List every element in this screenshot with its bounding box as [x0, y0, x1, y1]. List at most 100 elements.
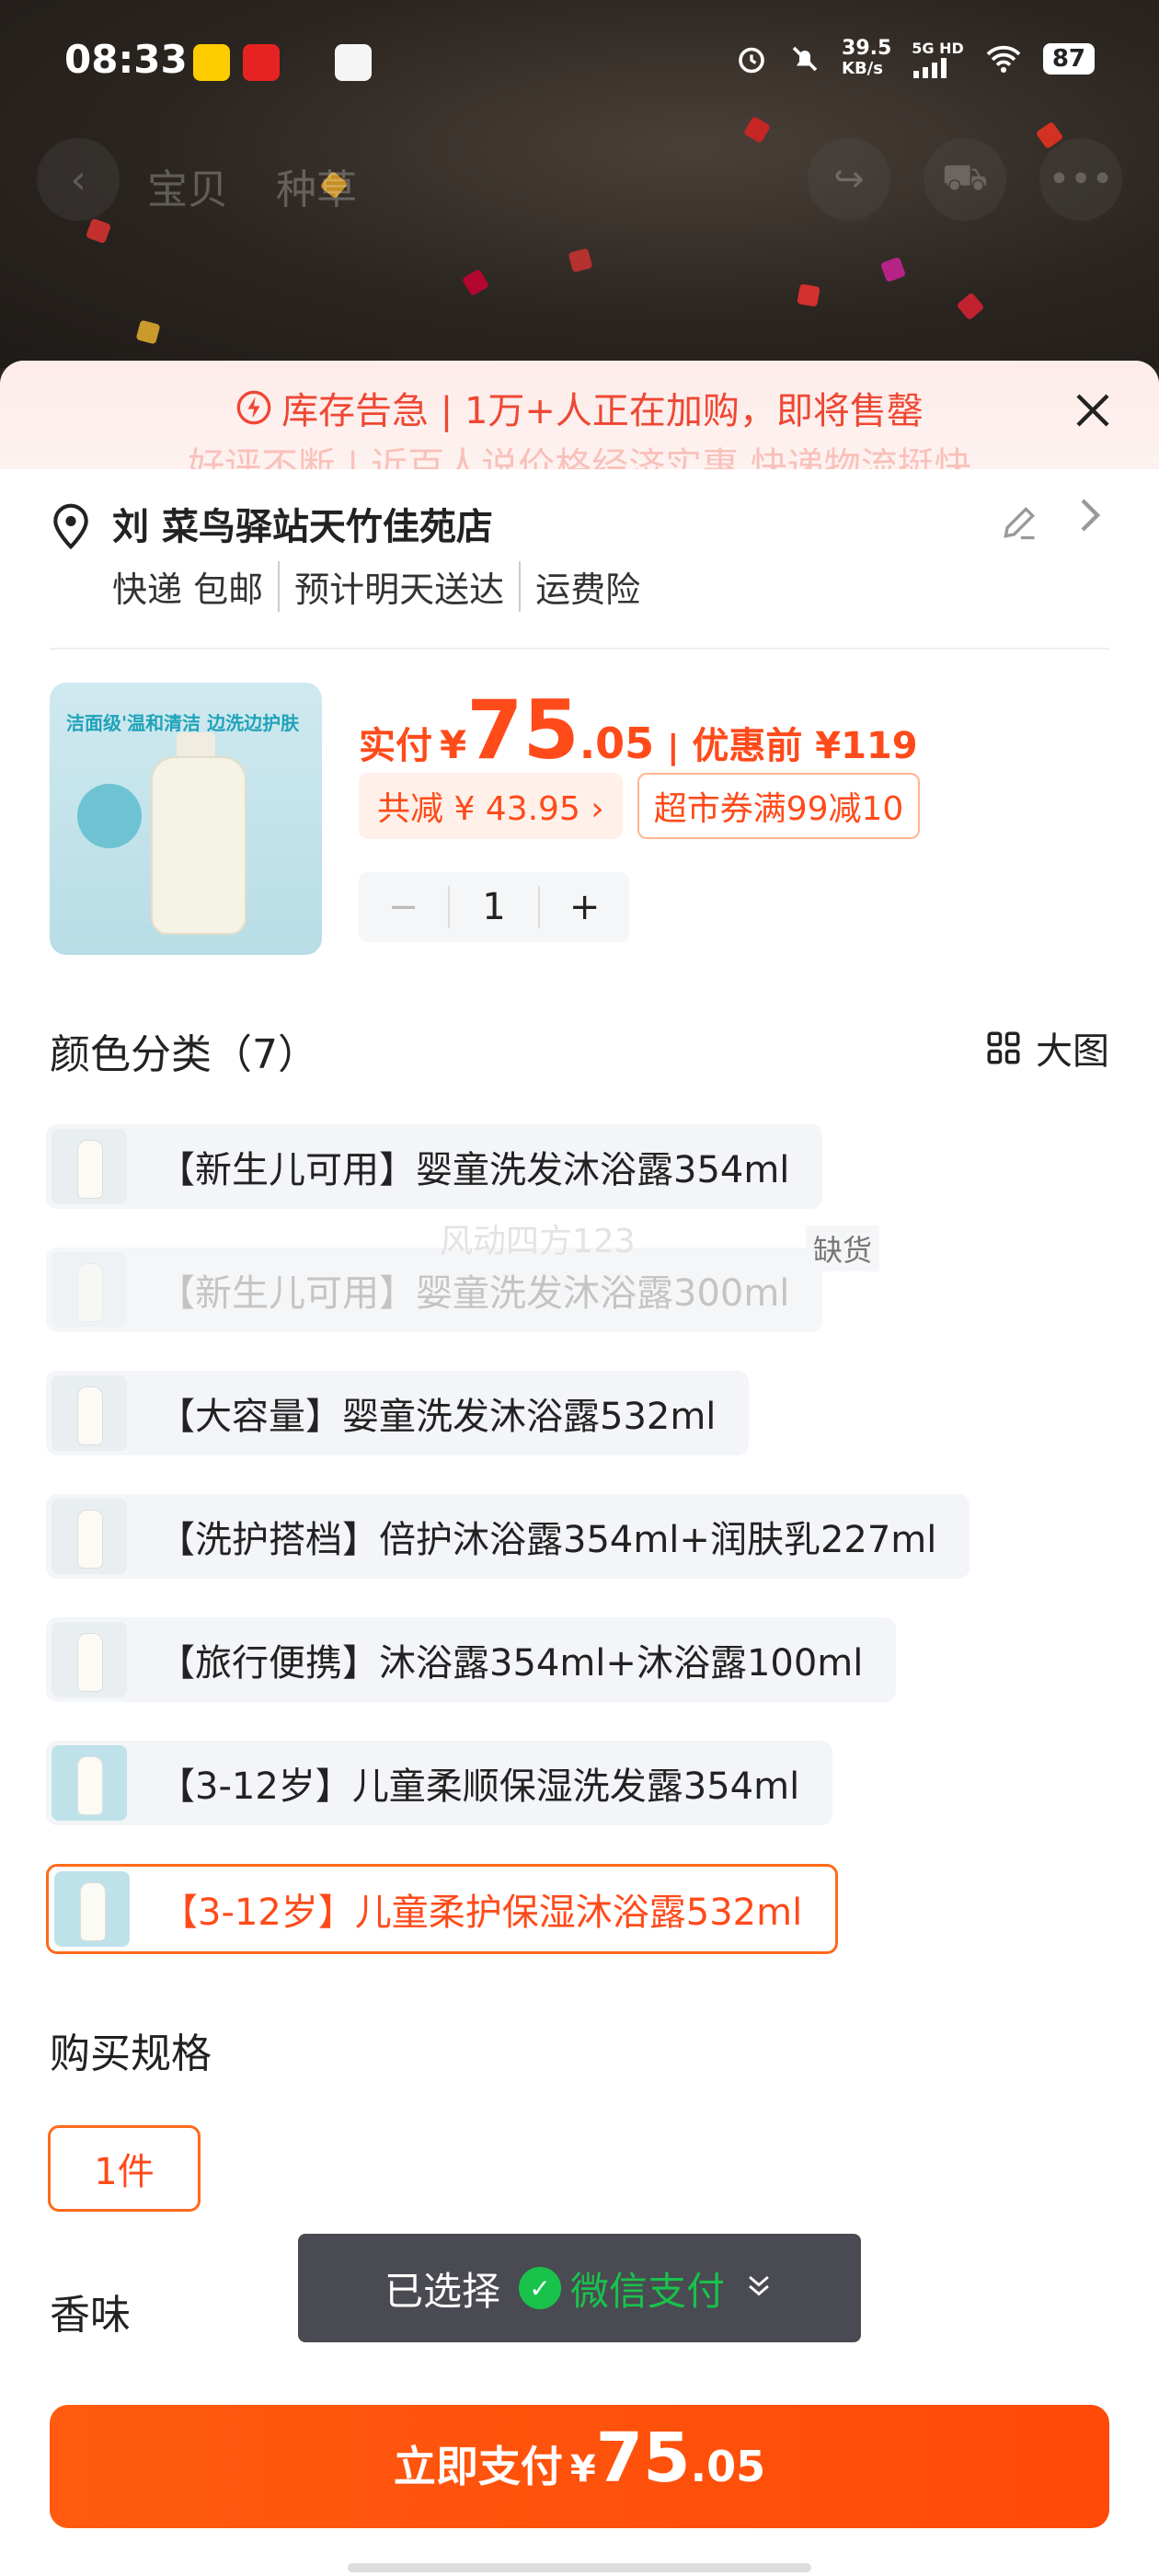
color-option-disabled: 【新生儿可用】婴童洗发沐浴露300ml — [46, 1248, 823, 1332]
out-of-stock-badge: 缺货 — [806, 1225, 880, 1271]
confetti — [135, 319, 161, 345]
option-thumbnail — [52, 1375, 127, 1451]
option-thumbnail — [52, 1252, 127, 1328]
app-notification-icon — [193, 44, 230, 81]
quantity-stepper: − 1 + — [359, 872, 629, 942]
alarm-icon — [735, 42, 768, 75]
network-speed: 39.5 KB/s — [842, 39, 891, 79]
payment-method: ✓ 微信支付 — [519, 2260, 725, 2317]
lightning-icon — [236, 390, 271, 425]
price-decimal: .05 — [579, 719, 655, 768]
confetti — [568, 247, 593, 273]
price-separator: | — [667, 729, 680, 766]
color-option[interactable]: 【新生儿可用】婴童洗发沐浴露354ml — [46, 1124, 823, 1209]
payment-method-label: 微信支付 — [570, 2268, 726, 2314]
pay-decimal: .05 — [690, 2442, 766, 2491]
edit-icon[interactable] — [999, 502, 1039, 546]
currency-symbol: ¥ — [440, 722, 467, 767]
payment-method-toast[interactable]: 已选择 ✓ 微信支付 — [298, 2234, 861, 2342]
confetti — [797, 283, 820, 307]
watermark-text: 风动四方123 — [440, 1223, 636, 1260]
divider — [50, 648, 1109, 650]
option-label: 【新生儿可用】婴童洗发沐浴露300ml — [158, 1272, 790, 1315]
delivery-tags: 快递 包邮 预计明天送达 运费险 — [112, 561, 640, 612]
tab-reviews: 种草 — [276, 167, 357, 213]
option-thumbnail — [52, 1622, 127, 1697]
speed-value: 39.5 — [842, 37, 892, 60]
thumbnail-banner: 洁面级'温和清洁 边洗边护肤 — [66, 712, 300, 734]
stock-alert-banner: 库存告急 | 1万+人正在加购，即将售罄 好评不断 | 近百人说价格经济实惠 快… — [0, 361, 1159, 469]
status-bar: 08:33 39.5 KB/s 5G HD 87 — [0, 0, 1159, 120]
option-label: 【新生儿可用】婴童洗发沐浴露354ml — [158, 1149, 790, 1191]
more-icon: ••• — [1039, 138, 1122, 221]
pay-integer: 75 — [595, 2419, 691, 2498]
mute-icon — [788, 42, 821, 75]
color-option-selected[interactable]: 【3-12岁】儿童柔护保湿沐浴露532ml — [46, 1864, 839, 1954]
stock-alert-text: 库存告急 | 1万+人正在加购，即将售罄 — [281, 390, 924, 432]
price-before-discount: 优惠前 ¥119 — [692, 725, 918, 767]
color-option[interactable]: 【洗护搭档】倍护沐浴露354ml+润肤乳227ml — [46, 1494, 970, 1579]
confetti — [879, 256, 907, 283]
spec-section-title: 购买规格 — [50, 2030, 212, 2077]
chevron-down-icon — [743, 2266, 775, 2311]
option-label: 【洗护搭档】倍护沐浴露354ml+润肤乳227ml — [158, 1519, 937, 1561]
delivery-tag: 预计明天送达 — [278, 561, 504, 612]
coupon-chip[interactable]: 超市券满99减10 — [637, 773, 921, 839]
option-thumbnail — [52, 1499, 127, 1574]
pay-label: 立即支付 — [393, 2442, 563, 2491]
bottle-image — [151, 756, 247, 935]
scent-section-title: 香味 — [50, 2292, 131, 2339]
app-notification-icon — [335, 44, 372, 81]
tab-product: 宝贝 — [147, 167, 228, 213]
increase-button[interactable]: + — [538, 886, 629, 928]
spec-option-selected[interactable]: 1件 — [48, 2125, 201, 2212]
location-pin-icon — [50, 502, 92, 554]
option-thumbnail — [52, 1745, 127, 1821]
home-indicator[interactable] — [348, 2563, 811, 2572]
wechat-icon: ✓ — [519, 2267, 561, 2309]
delivery-tag: 运费险 — [519, 561, 640, 612]
color-option[interactable]: 【大容量】婴童洗发沐浴露532ml — [46, 1371, 750, 1455]
background-nav: ‹ 宝贝 种草 ↪ ⛟ ••• — [0, 138, 1159, 230]
price-label: 实付 — [359, 725, 432, 767]
total-discount-chip[interactable]: 共减 ¥ 43.95 › — [359, 773, 623, 839]
big-view-toggle[interactable]: 大图 — [984, 1021, 1109, 1075]
status-time: 08:33 — [64, 37, 188, 82]
network-type: 5G HD — [912, 40, 964, 57]
price-integer: 75 — [466, 683, 580, 777]
pay-currency: ¥ — [569, 2448, 596, 2490]
wifi-icon — [984, 43, 1023, 75]
big-view-label: 大图 — [1036, 1030, 1109, 1073]
decrease-button[interactable]: − — [359, 886, 450, 928]
battery-indicator: 87 — [1042, 43, 1095, 75]
address-name: 刘 菜鸟驿站天竹佳苑店 — [112, 506, 493, 548]
price-row: 实付 ¥ 75 .05 | 优惠前 ¥119 — [359, 683, 918, 777]
share-icon: ↪ — [808, 138, 890, 221]
color-option[interactable]: 【3-12岁】儿童柔顺保湿洗发露354ml — [46, 1741, 833, 1825]
quantity-value[interactable]: 1 — [450, 886, 539, 928]
back-button: ‹ — [37, 138, 120, 221]
review-ticker-text: 好评不断 | 近百人说价格经济实惠 快递物流挺快 — [188, 445, 971, 469]
signal-icon: 5G HD — [912, 40, 964, 78]
option-label: 【旅行便携】沐浴露354ml+沐浴露100ml — [158, 1642, 864, 1685]
option-thumbnail — [52, 1129, 127, 1204]
close-icon[interactable] — [1067, 388, 1119, 440]
option-label: 【3-12岁】儿童柔顺保湿洗发露354ml — [158, 1765, 800, 1808]
color-section-title: 颜色分类（7） — [50, 1031, 318, 1078]
color-option[interactable]: 【旅行便携】沐浴露354ml+沐浴露100ml — [46, 1617, 897, 1702]
delivery-tag: 快递 包邮 — [112, 569, 264, 610]
grid-icon — [987, 1031, 1020, 1064]
cart-icon: ⛟ — [924, 138, 1006, 221]
option-label: 【大容量】婴童洗发沐浴露532ml — [158, 1396, 717, 1438]
stock-alert-line: 库存告急 | 1万+人正在加购，即将售罄 — [0, 381, 1159, 434]
product-summary: 洁面级'温和清洁 边洗边护肤 实付 ¥ 75 .05 | 优惠前 ¥119 共减… — [50, 683, 1109, 968]
toast-label: 已选择 — [384, 2268, 500, 2314]
option-label: 【3-12岁】儿童柔护保湿沐浴露532ml — [161, 1892, 803, 1934]
chevron-right-icon[interactable] — [1076, 497, 1104, 543]
option-thumbnail — [54, 1871, 130, 1947]
confetti — [461, 268, 490, 297]
discount-chips: 共减 ¥ 43.95 › 超市券满99减10 — [359, 773, 921, 839]
product-thumbnail[interactable]: 洁面级'温和清洁 边洗边护肤 — [50, 683, 322, 955]
pay-now-button[interactable]: 立即支付 ¥ 75 .05 — [50, 2405, 1109, 2528]
app-notification-icon — [243, 44, 280, 81]
